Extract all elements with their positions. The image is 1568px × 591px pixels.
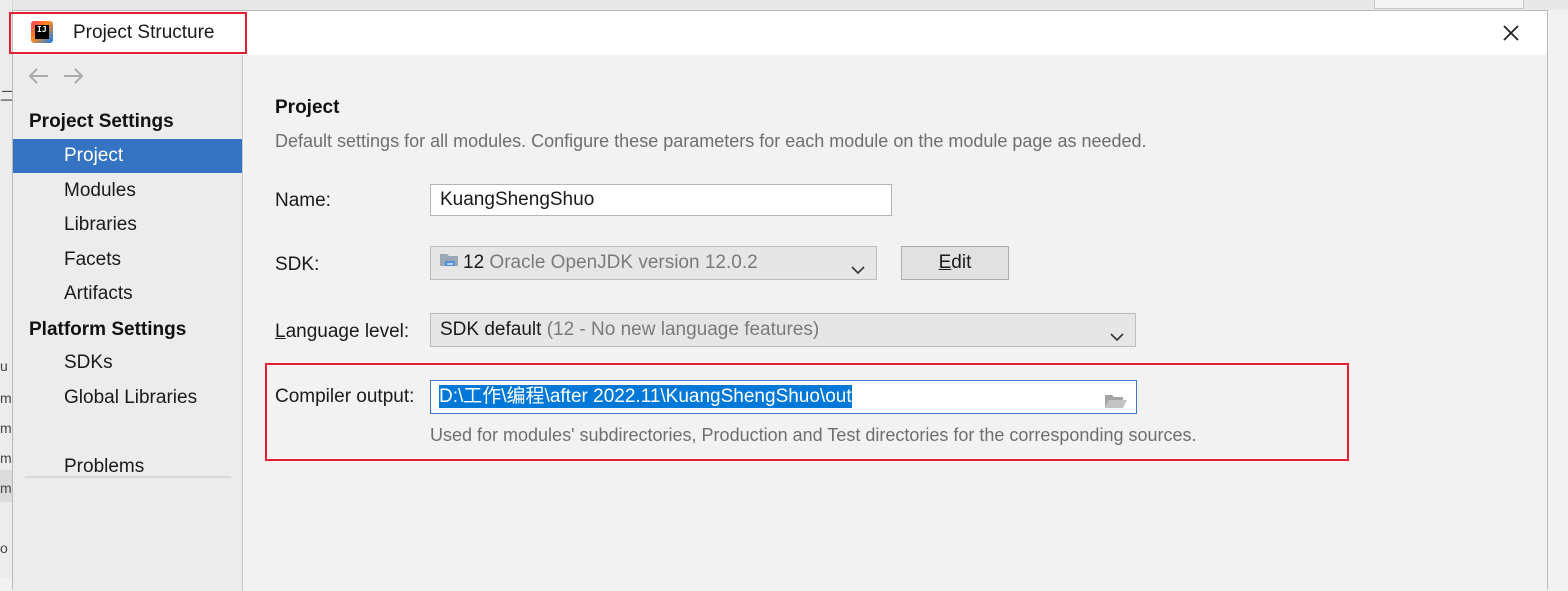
forward-button[interactable]: [61, 65, 91, 87]
project-settings-panel: Project Default settings for all modules…: [243, 55, 1547, 591]
sdk-folder-icon: [439, 248, 459, 266]
chevron-down-icon: [850, 256, 866, 288]
background-text: m: [0, 480, 12, 496]
sdk-edit-button[interactable]: Edit: [901, 246, 1009, 280]
sidebar-item-sdks[interactable]: SDKs: [13, 346, 242, 380]
arrow-left-icon: [28, 68, 48, 84]
sidebar-item-problems[interactable]: Problems: [13, 450, 242, 484]
background-ide-topbar: [12, 0, 1568, 10]
nav-arrows: [27, 65, 91, 87]
close-icon: [1503, 25, 1519, 41]
background-text: u: [0, 358, 8, 374]
compiler-output-input[interactable]: D:\工作\编程\after 2022.11\KuangShengShuo\ou…: [430, 380, 1137, 414]
sidebar-item-artifacts[interactable]: Artifacts: [13, 277, 242, 311]
arrow-right-icon: [64, 68, 84, 84]
background-text: o: [0, 540, 8, 556]
folder-open-icon: [1105, 395, 1127, 408]
project-structure-dialog: IJ Project Structure Project Settings Pr…: [9, 10, 1548, 591]
browse-folder-button[interactable]: [1104, 389, 1128, 421]
compiler-output-hint: Used for modules' subdirectories, Produc…: [430, 425, 1197, 445]
back-button[interactable]: [27, 65, 57, 87]
background-text: m: [0, 420, 12, 436]
background-text: m: [0, 390, 12, 406]
close-button[interactable]: [1497, 19, 1525, 47]
edit-mnemonic: E: [938, 252, 952, 273]
sdk-label: SDK:: [275, 254, 320, 275]
language-level-select[interactable]: SDK default (12 - No new language featur…: [430, 313, 1136, 347]
sidebar-item-facets[interactable]: Facets: [13, 243, 242, 277]
sidebar-item-libraries[interactable]: Libraries: [13, 208, 242, 242]
background-button: [1374, 0, 1524, 9]
compiler-output-value: D:\工作\编程\after 2022.11\KuangShengShuo\ou…: [439, 385, 852, 408]
sidebar-item-global-libraries[interactable]: Global Libraries: [13, 381, 242, 415]
settings-sidebar: Project Settings Project Modules Librari…: [13, 55, 243, 591]
language-level-value: SDK default: [440, 319, 542, 340]
background-text: m: [0, 450, 12, 466]
chevron-down-icon: [1109, 323, 1125, 355]
sidebar-item-modules[interactable]: Modules: [13, 174, 242, 208]
language-level-label-text: anguage level:: [285, 321, 410, 342]
sidebar-item-project[interactable]: Project: [13, 139, 242, 173]
page-description: Default settings for all modules. Config…: [275, 131, 1147, 151]
language-level-mnemonic: L: [275, 321, 286, 342]
page-title: Project: [275, 97, 340, 118]
name-label: Name:: [275, 190, 331, 211]
edit-label: dit: [951, 252, 972, 273]
section-platform-settings: Platform Settings: [29, 319, 187, 340]
project-name-input[interactable]: KuangShengShuo: [430, 184, 892, 216]
sdk-select[interactable]: 12 Oracle OpenJDK version 12.0.2: [430, 246, 877, 280]
title-bar[interactable]: IJ Project Structure: [9, 11, 1547, 56]
sdk-version: 12: [463, 252, 485, 273]
section-project-settings: Project Settings: [29, 111, 174, 132]
language-level-label: Language level:: [275, 321, 409, 343]
sdk-name: Oracle OpenJDK version 12.0.2: [489, 252, 758, 273]
language-level-detail: (12 - No new language features): [546, 319, 820, 340]
compiler-output-label: Compiler output:: [275, 386, 415, 407]
